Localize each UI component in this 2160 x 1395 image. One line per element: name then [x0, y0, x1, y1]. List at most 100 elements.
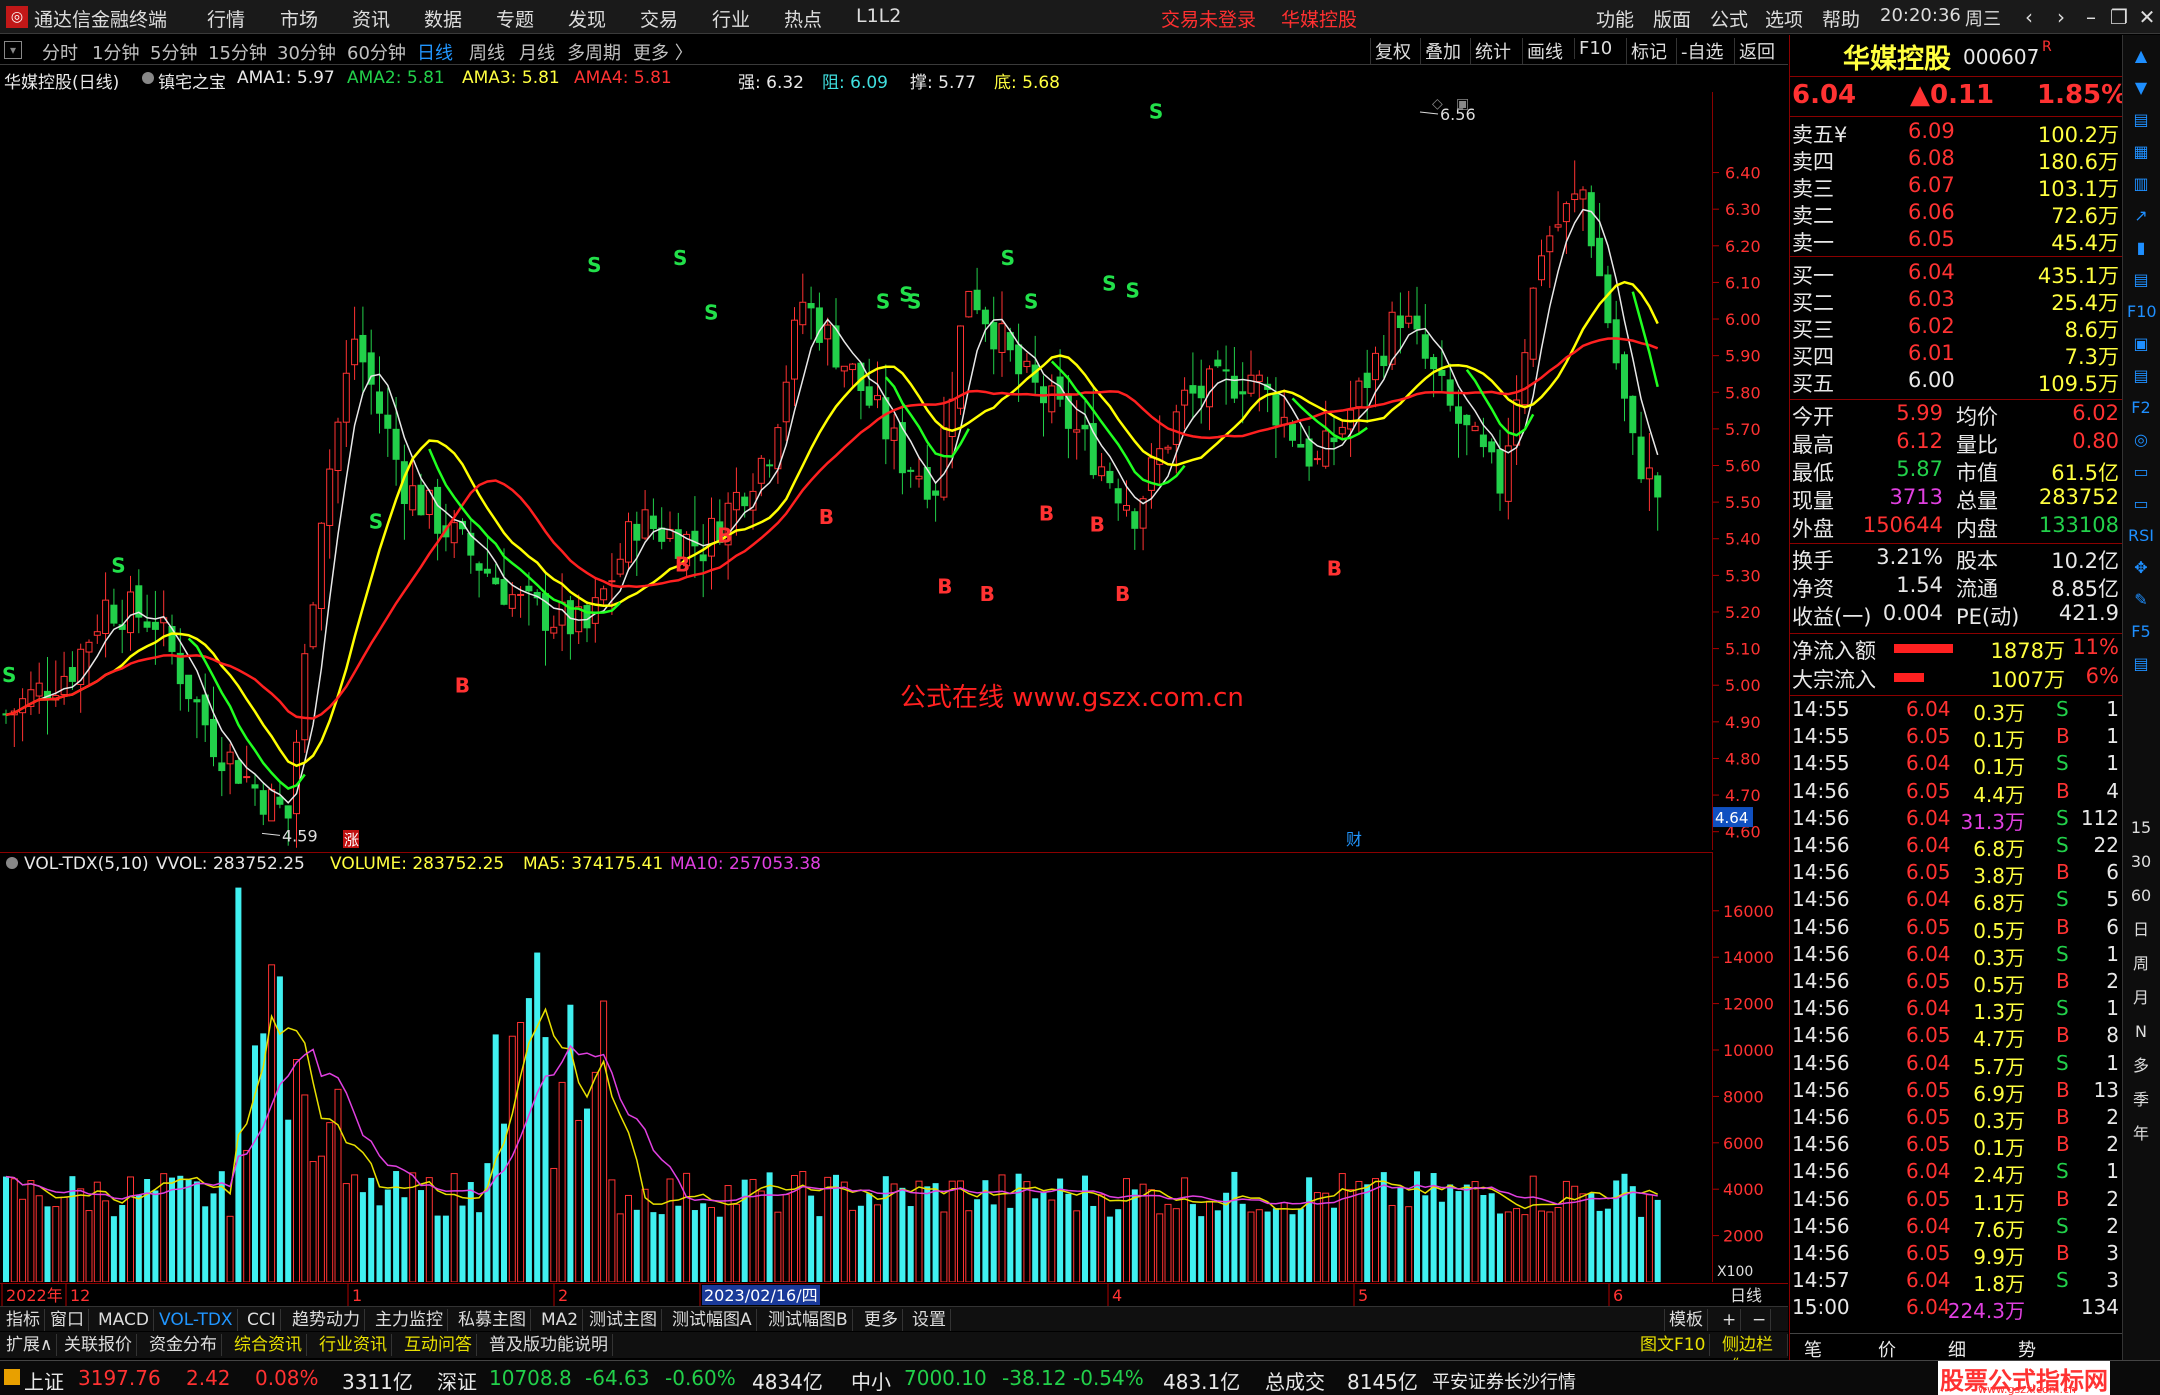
tick-list[interactable]: 14:55 6.04 0.3万 S 1 14:55 6.05 0.1万 B 1 14:55 6.04 0…: [1790, 697, 2123, 1337]
pen-icon[interactable]: ✎: [2127, 587, 2155, 613]
tab-vol-tdx[interactable]: VOL-TDX: [155, 1309, 238, 1331]
bid-row[interactable]: 买三 6.02 8.6万: [1790, 314, 2123, 342]
min60-icon[interactable]: 60: [2127, 883, 2155, 909]
window-icon[interactable]: ▭: [2127, 459, 2155, 485]
ext-zonghe[interactable]: 综合资讯: [230, 1334, 307, 1356]
menu-xuanxiang[interactable]: 选项: [1765, 5, 1803, 32]
menu-l1l2[interactable]: L1L2: [856, 5, 901, 27]
ask-row[interactable]: 卖四 6.08 180.6万: [1790, 146, 2123, 174]
menu-bangzhu[interactable]: 帮助: [1822, 5, 1860, 32]
tick-row[interactable]: 14:56 6.04 1.3万 S 1: [1790, 996, 2123, 1024]
move-icon[interactable]: ✥: [2127, 555, 2155, 581]
grid-icon[interactable]: ▦: [2127, 139, 2155, 165]
tick-row[interactable]: 15:00 6.04 224.3万 134: [1790, 1295, 2123, 1323]
tab-chuangkou[interactable]: 窗口: [46, 1309, 89, 1331]
report-icon[interactable]: ▤: [2127, 267, 2155, 293]
menu-zhuanti[interactable]: 专题: [496, 5, 534, 32]
template-button[interactable]: 模板: [1664, 1309, 1708, 1331]
month-icon[interactable]: 月: [2127, 985, 2155, 1011]
tab-gengduo[interactable]: 更多: [860, 1309, 903, 1331]
table-icon[interactable]: ▥: [2127, 171, 2155, 197]
menu-shichang[interactable]: 市场: [280, 5, 318, 32]
tab-cci[interactable]: CCI: [243, 1309, 281, 1331]
tick-row[interactable]: 14:56 6.05 0.3万 B 2: [1790, 1105, 2123, 1133]
flow-row[interactable]: 大宗流入 1007万 6%: [1790, 664, 2123, 692]
volume-svg[interactable]: [0, 876, 1712, 1283]
menu-faxian[interactable]: 发现: [568, 5, 606, 32]
tick-row[interactable]: 14:56 6.05 0.5万 B 2: [1790, 969, 2123, 997]
min15-icon[interactable]: 15: [2127, 815, 2155, 841]
tool-fuquan[interactable]: 复权: [1370, 38, 1415, 64]
quote-tab-bi[interactable]: 笔: [1804, 1336, 1822, 1362]
tab-zhuli[interactable]: 主力监控: [371, 1309, 448, 1331]
tick-row[interactable]: 14:56 6.04 0.3万 S 1: [1790, 942, 2123, 970]
tool-huaxian[interactable]: 画线: [1522, 38, 1567, 64]
doc-icon[interactable]: ▤: [2127, 651, 2155, 677]
sh-label[interactable]: 上证: [24, 1366, 64, 1395]
bid-row[interactable]: 买五 6.00 109.5万: [1790, 368, 2123, 396]
stat2-row[interactable]: 净资 1.54 流通 8.85亿: [1790, 573, 2123, 601]
ext-tuwen-f10[interactable]: 图文F10: [1636, 1334, 1711, 1356]
tool-tongji[interactable]: 统计: [1470, 38, 1515, 64]
ext-shuoming[interactable]: 普及版功能说明: [485, 1334, 613, 1356]
down-arrow-icon[interactable]: ▼: [2127, 75, 2155, 101]
day-icon[interactable]: 日: [2127, 917, 2155, 943]
cai-marker[interactable]: 财: [1346, 830, 1362, 849]
tick-row[interactable]: 14:56 6.05 3.8万 B 6: [1790, 860, 2123, 888]
tick-row[interactable]: 14:55 6.05 0.1万 B 1: [1790, 724, 2123, 752]
window2-icon[interactable]: ▭: [2127, 491, 2155, 517]
quote-tab-jia[interactable]: 价: [1878, 1336, 1896, 1362]
season-icon[interactable]: 季: [2127, 1087, 2155, 1113]
tick-row[interactable]: 14:56 6.05 1.1万 B 2: [1790, 1187, 2123, 1215]
ask-row[interactable]: 卖三 6.07 103.1万: [1790, 173, 2123, 201]
multi-icon[interactable]: 多: [2127, 1053, 2155, 1079]
tool-fanhui[interactable]: 返回: [1734, 38, 1779, 64]
period-1min[interactable]: 1分钟: [92, 39, 139, 65]
indicator-dot-icon[interactable]: [142, 72, 154, 84]
ext-guanlian[interactable]: 关联报价: [60, 1334, 137, 1356]
zx-label[interactable]: 中小: [851, 1366, 891, 1395]
stat-row[interactable]: 外盘 150644 内盘 133108: [1790, 513, 2123, 541]
period-fenshi[interactable]: 分时: [42, 39, 78, 65]
tab-ma2[interactable]: MA2: [537, 1309, 584, 1331]
tick-row[interactable]: 14:56 6.04 2.4万 S 1: [1790, 1159, 2123, 1187]
volume-chart[interactable]: [0, 876, 1712, 1283]
flow-row[interactable]: 净流入额 1878万 11%: [1790, 635, 2123, 663]
period-5min[interactable]: 5分钟: [150, 39, 197, 65]
broker-name[interactable]: 平安证券长沙行情: [1432, 1368, 1576, 1394]
period-more[interactable]: 更多 〉: [633, 39, 693, 65]
news-icon[interactable]: ▤: [2127, 363, 2155, 389]
tick-row[interactable]: 14:56 6.05 4.7万 B 8: [1790, 1023, 2123, 1051]
tick-row[interactable]: 14:56 6.05 6.9万 B 13: [1790, 1078, 2123, 1106]
kline-svg[interactable]: SSSS SS S SSSSS SSBBBBB BB BBB6.564.59 涨财: [0, 92, 1712, 850]
tick-row[interactable]: 14:56 6.04 6.8万 S 5: [1790, 887, 2123, 915]
f10-icon[interactable]: F10: [2127, 299, 2157, 325]
tab-macd[interactable]: MACD: [94, 1309, 154, 1331]
period-60min[interactable]: 60分钟: [347, 39, 406, 65]
menu-shuju[interactable]: 数据: [424, 5, 462, 32]
bid-row[interactable]: 买四 6.01 7.3万: [1790, 341, 2123, 369]
tick-row[interactable]: 14:56 6.04 7.6万 S 2: [1790, 1214, 2123, 1242]
ext-hangye[interactable]: 行业资讯: [315, 1334, 392, 1356]
stat-row[interactable]: 现量 3713 总量 283752: [1790, 485, 2123, 513]
indicator-name[interactable]: 镇宅之宝: [158, 68, 226, 93]
f5-icon[interactable]: F5: [2127, 619, 2155, 645]
menu-zixun[interactable]: 资讯: [352, 5, 390, 32]
ext-hudong[interactable]: 互动问答: [400, 1334, 477, 1356]
stat2-row[interactable]: 收益(一) 0.004 PE(动) 421.9: [1790, 601, 2123, 629]
bid-row[interactable]: 买二 6.03 25.4万: [1790, 287, 2123, 315]
close-icon[interactable]: ✕: [2132, 4, 2160, 30]
bid-row[interactable]: 买一 6.04 435.1万: [1790, 260, 2123, 288]
forward-arrow-icon[interactable]: ›: [2046, 4, 2076, 30]
tick-row[interactable]: 14:56 6.05 0.1万 B 2: [1790, 1132, 2123, 1160]
tick-row[interactable]: 14:56 6.04 6.8万 S 22: [1790, 833, 2123, 861]
remove-icon[interactable]: −: [1748, 1309, 1772, 1331]
tab-ceshi-b[interactable]: 测试幅图B: [764, 1309, 853, 1331]
tab-qushi[interactable]: 趋势动力: [288, 1309, 365, 1331]
year-icon[interactable]: 年: [2127, 1121, 2155, 1147]
tab-ceshi-a[interactable]: 测试幅图A: [668, 1309, 757, 1331]
tab-shezhi[interactable]: 设置: [908, 1309, 951, 1331]
menu-hangye[interactable]: 行业: [712, 5, 750, 32]
tick-row[interactable]: 14:56 6.04 31.3万 S 112: [1790, 806, 2123, 834]
stat-row[interactable]: 最低 5.87 市值 61.5亿: [1790, 457, 2123, 485]
